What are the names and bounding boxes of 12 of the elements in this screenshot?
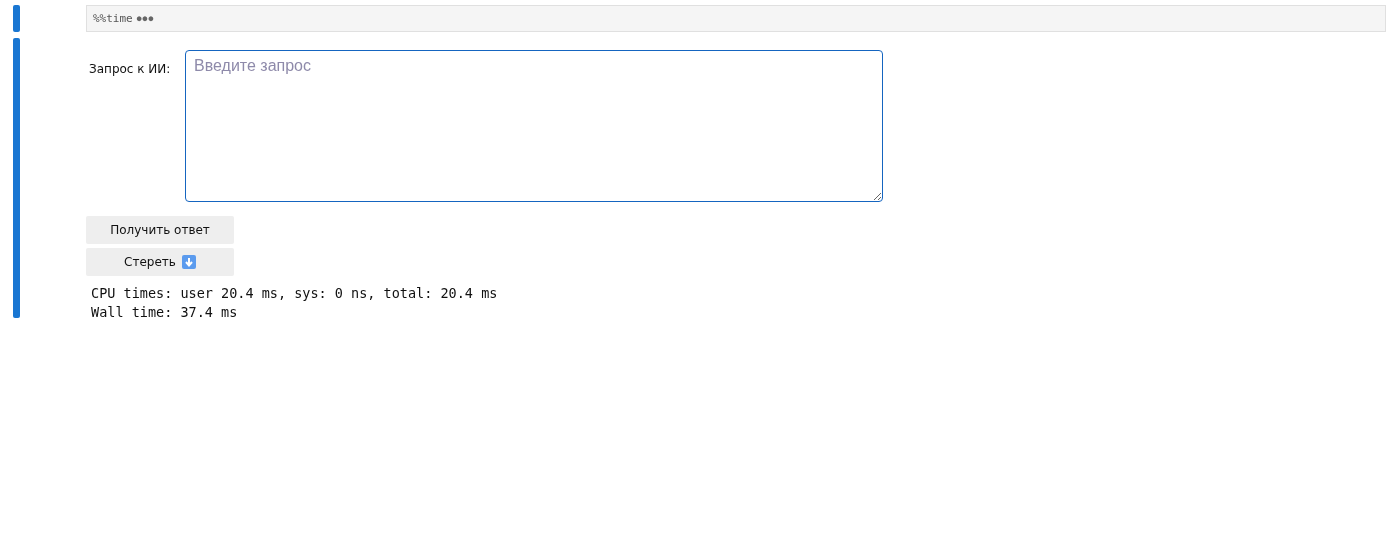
code-text: %%time bbox=[93, 12, 133, 25]
cell-collapse-bar[interactable] bbox=[13, 5, 20, 32]
action-button[interactable]: Стереть bbox=[86, 248, 234, 276]
code-cell[interactable]: %%time ●●● bbox=[86, 5, 1386, 32]
action-button[interactable]: Получить ответ bbox=[86, 216, 234, 244]
ellipsis-marker[interactable]: ●●● bbox=[136, 14, 155, 23]
output-line: CPU times: user 20.4 ms, sys: 0 ns, total: 20.4 ms bbox=[91, 284, 499, 303]
field-label: Запрос к ИИ: bbox=[89, 61, 172, 76]
cell-collapse-bar[interactable] bbox=[13, 38, 20, 318]
output-line: Wall time: 37.4 ms bbox=[91, 303, 239, 322]
down-arrow-icon bbox=[181, 255, 196, 269]
prompt-field[interactable]: Введите запрос bbox=[185, 50, 883, 202]
